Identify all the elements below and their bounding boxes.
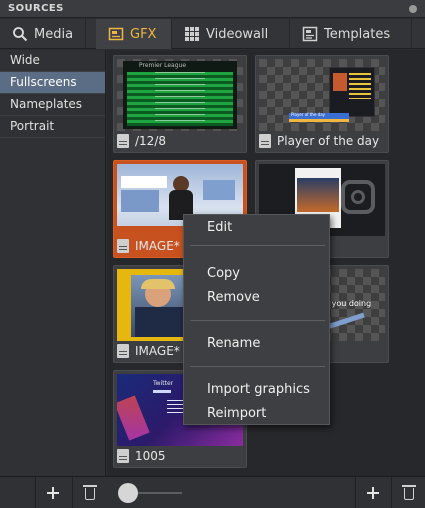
trash-icon	[82, 485, 97, 500]
preview-title: Premier League	[139, 62, 187, 69]
tab-gfx-label: GFX	[130, 26, 157, 42]
tab-templates-label: Templates	[324, 26, 391, 42]
plus-icon	[366, 487, 379, 499]
panel-close-icon[interactable]	[409, 5, 417, 13]
zoom-slider-handle[interactable]	[118, 483, 138, 503]
source-tabs: Media GFX Videowall Templates	[0, 19, 425, 49]
menu-item-rename[interactable]: Rename	[207, 336, 260, 351]
thumbnail-label: Player of the day	[259, 132, 385, 150]
add-graphic-button[interactable]	[355, 477, 389, 508]
delete-category-button[interactable]	[72, 477, 106, 508]
bottom-toolbar	[0, 476, 425, 508]
panel-title: SOURCES	[8, 3, 64, 14]
menu-item-reimport[interactable]: Reimport	[207, 406, 266, 421]
template-icon	[302, 26, 318, 42]
thumbnail-label: /12/8	[117, 132, 243, 150]
search-icon	[13, 27, 28, 42]
preview-title: Twitter	[153, 380, 174, 387]
add-category-button[interactable]	[35, 477, 69, 508]
panel-header: SOURCES	[0, 0, 425, 18]
tab-templates[interactable]: Templates	[290, 19, 412, 49]
context-menu: Edit Copy Remove Rename Import graphics …	[183, 214, 330, 425]
thumbnail-name: /12/8	[135, 134, 166, 148]
menu-item-remove[interactable]: Remove	[207, 290, 260, 305]
tab-gfx[interactable]: GFX	[96, 19, 172, 49]
graphic-thumbnail[interactable]: Premier League /12/8	[113, 55, 247, 153]
menu-item-edit[interactable]: Edit	[207, 220, 232, 235]
thumbnail-preview: Player of the day	[259, 59, 385, 131]
tab-media-label: Media	[34, 26, 74, 42]
thumbnail-name: IMAGE*	[135, 239, 180, 253]
tab-videowall[interactable]: Videowall	[172, 19, 290, 49]
tab-media[interactable]: Media	[0, 19, 86, 49]
file-icon	[117, 344, 129, 358]
category-sidebar: Wide Fullscreens Nameplates Portrait	[0, 50, 106, 476]
trash-icon	[401, 485, 416, 500]
menu-item-copy[interactable]: Copy	[207, 266, 240, 281]
file-icon	[117, 239, 129, 253]
menu-separator	[190, 320, 325, 321]
thumbnail-label: 1005	[117, 447, 243, 465]
graphic-thumbnail[interactable]: Player of the day Player of the day	[255, 55, 389, 153]
thumbnail-name: 1005	[135, 449, 166, 463]
preview-title: Player of the day	[291, 112, 326, 117]
grid-icon	[185, 27, 199, 41]
file-icon	[117, 134, 129, 148]
folder-icon	[108, 27, 124, 41]
thumbnail-preview: Premier League	[117, 59, 243, 131]
tab-videowall-label: Videowall	[206, 26, 269, 42]
file-icon	[259, 134, 271, 148]
sidebar-item-nameplates[interactable]: Nameplates	[0, 94, 105, 116]
sidebar-item-fullscreens[interactable]: Fullscreens	[0, 72, 105, 94]
sidebar-item-portrait[interactable]: Portrait	[0, 116, 105, 138]
menu-item-import-graphics[interactable]: Import graphics	[207, 382, 310, 397]
menu-separator	[190, 245, 325, 246]
plus-icon	[46, 487, 59, 499]
sidebar-item-wide[interactable]: Wide	[0, 50, 105, 72]
thumbnail-name: IMAGE*	[135, 344, 180, 358]
thumbnail-name: Player of the day	[277, 134, 380, 148]
file-icon	[117, 449, 129, 463]
menu-separator	[190, 366, 325, 367]
delete-graphic-button[interactable]	[391, 477, 425, 508]
